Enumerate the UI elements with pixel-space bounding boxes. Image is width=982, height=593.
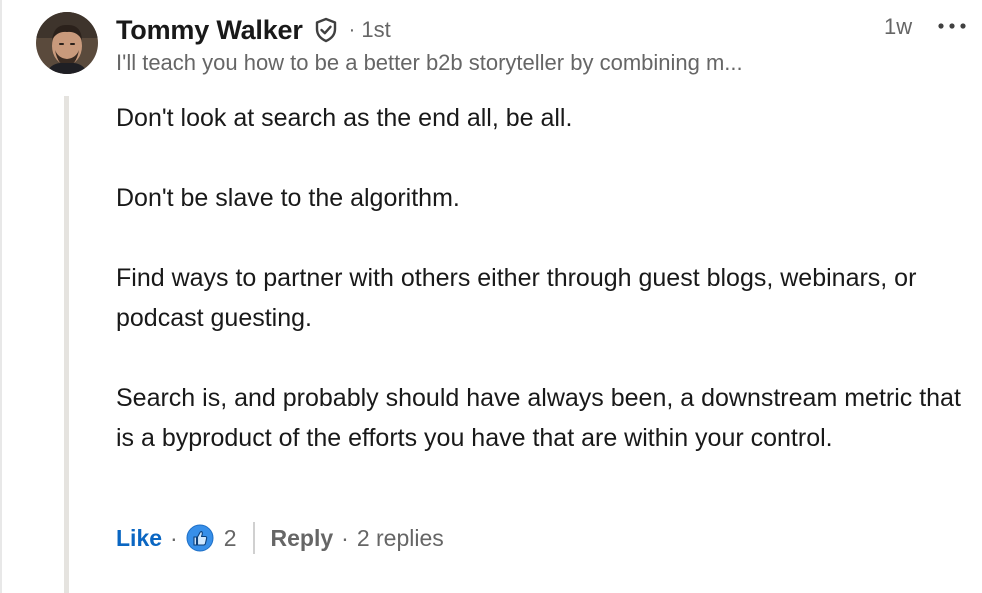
author-headline: I'll teach you how to be a better b2b st…	[116, 50, 743, 75]
author-name[interactable]: Tommy Walker	[116, 15, 303, 46]
avatar[interactable]	[36, 12, 98, 74]
separator-dot: ·	[170, 524, 178, 551]
thread-line	[64, 96, 69, 593]
like-button[interactable]: Like	[116, 525, 162, 552]
timestamp: 1w	[884, 14, 913, 39]
comment-paragraph: Don't be slave to the algorithm.	[116, 184, 460, 212]
comment-actions: Like · 2 Reply · 2 replies	[116, 520, 444, 556]
comment-paragraph: Don't look at search as the end all, be …	[116, 104, 573, 132]
thumbs-up-icon[interactable]	[186, 524, 214, 552]
author-row: Tommy Walker · 1st	[116, 12, 391, 48]
shield-check-icon	[313, 17, 339, 43]
left-border	[0, 0, 2, 593]
comment-paragraph: Find ways to partner with others either …	[116, 264, 917, 332]
connection-degree: 1st	[361, 17, 391, 42]
comment-body: Don't look at search as the end all, be …	[116, 98, 966, 458]
separator-dot: ·	[348, 18, 356, 41]
reply-button[interactable]: Reply	[271, 525, 334, 552]
separator-dot: ·	[341, 524, 349, 551]
replies-count[interactable]: 2 replies	[357, 525, 444, 552]
avatar-photo	[36, 12, 98, 74]
ellipsis-icon[interactable]	[935, 18, 969, 34]
action-divider	[252, 522, 255, 554]
like-count[interactable]: 2	[224, 525, 237, 552]
comment-paragraph: Search is, and probably should have alwa…	[116, 384, 961, 452]
